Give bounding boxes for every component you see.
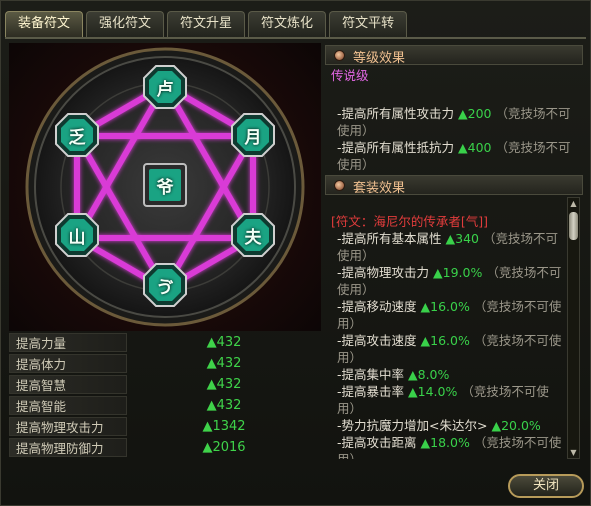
rune-slot-bottom-left[interactable]: 山 — [55, 213, 99, 257]
set-effect-scrollbar[interactable]: ▲ ▼ — [567, 197, 580, 459]
level-effect-header: 等级效果 — [325, 45, 583, 66]
tab-equip-rune[interactable]: 装备符文 — [5, 11, 84, 37]
stat-row: 提高力量 ▲432 — [9, 332, 321, 353]
set-name: [符文：海尼尔的传承者[气]] — [331, 214, 489, 229]
scroll-up-icon[interactable]: ▲ — [569, 199, 578, 208]
effect-line: -提高物理攻击力 ▲19.0% （竞技场不可使用） — [337, 265, 562, 297]
stat-name: 提高智慧 — [9, 375, 127, 394]
effect-line: -提高攻击距离 ▲18.0% （竞技场不可使用） — [337, 435, 562, 459]
stat-value: ▲432 — [206, 398, 242, 413]
scroll-thumb[interactable] — [569, 212, 578, 240]
stat-name: 提高智能 — [9, 396, 127, 415]
level-effect-body: 传说级 -提高所有属性攻击力 ▲200 （竞技场不可使用） -提高所有属性抵抗力… — [331, 67, 577, 173]
stat-table: 提高力量 ▲432 提高体力 ▲432 提高智慧 ▲432 提高智能 ▲432 … — [9, 332, 321, 458]
rune-slot-bottom-right[interactable]: 夫 — [231, 213, 275, 257]
level-effect-title: 等级效果 — [353, 51, 406, 66]
set-effect-title: 套装效果 — [353, 181, 406, 196]
tab-rune-star-up[interactable]: 符文升星 — [167, 11, 246, 37]
stat-row: 提高智能 ▲432 — [9, 395, 321, 416]
stat-row: 提高物理攻击力 ▲1342 — [9, 416, 321, 437]
rune-slot-top-right[interactable]: 月 — [231, 113, 275, 157]
effect-line: -提高所有属性抵抗力 ▲400 （竞技场不可使用） — [337, 140, 571, 172]
stat-row: 提高智慧 ▲432 — [9, 374, 321, 395]
effect-line: -势力抗魔力增加<朱达尔> ▲20.0% — [337, 418, 541, 433]
stat-name: 提高力量 — [9, 333, 127, 352]
stat-row: 提高体力 ▲432 — [9, 353, 321, 374]
set-effect-body: [符文：海尼尔的传承者[气]] -提高所有基本属性 ▲340 （竞技场不可使用）… — [331, 213, 565, 459]
stat-value: ▲1342 — [202, 419, 246, 434]
stat-value: ▲432 — [206, 377, 242, 392]
bullet-icon — [334, 50, 345, 61]
stat-name: 提高物理攻击力 — [9, 417, 127, 436]
tab-enhance-rune[interactable]: 强化符文 — [86, 11, 165, 37]
rune-glyph: ゔ — [156, 277, 174, 298]
rune-slot-bottom[interactable]: ゔ — [143, 263, 187, 307]
rune-glyph: 月 — [244, 127, 262, 148]
rune-slot-center[interactable]: 爷 — [143, 163, 187, 207]
effect-line: -提高集中率 ▲8.0% — [337, 367, 450, 382]
effect-line: -提高暴击率 ▲14.0% （竞技场不可使用） — [337, 384, 549, 416]
rune-glyph: 卢 — [156, 79, 174, 100]
grade-label: 传说级 — [331, 68, 369, 83]
tab-bar: 装备符文 强化符文 符文升星 符文炼化 符文平转 — [5, 11, 408, 37]
stat-value: ▲432 — [206, 335, 242, 350]
rune-glyph: 爷 — [156, 177, 174, 198]
rune-glyph: 夫 — [244, 227, 262, 248]
set-effect-header: 套装效果 — [325, 175, 583, 196]
rune-glyph: 山 — [68, 227, 86, 248]
stat-value: ▲432 — [206, 356, 242, 371]
effect-line: -提高所有属性攻击力 ▲200 （竞技场不可使用） — [337, 106, 571, 138]
scroll-down-icon[interactable]: ▼ — [569, 448, 578, 457]
effect-line: -提高移动速度 ▲16.0% （竞技场不可使用） — [337, 299, 562, 331]
bullet-icon — [334, 180, 345, 191]
tab-divider — [5, 37, 586, 39]
rune-window: 装备符文 强化符文 符文升星 符文炼化 符文平转 卢 月 夫 ゔ 山 乏 爷 提… — [0, 0, 591, 506]
stat-name: 提高物理防御力 — [9, 438, 127, 457]
stat-name: 提高体力 — [9, 354, 127, 373]
tab-rune-transfer[interactable]: 符文平转 — [329, 11, 408, 37]
rune-board: 卢 月 夫 ゔ 山 乏 爷 — [9, 43, 321, 331]
effect-line: -提高所有基本属性 ▲340 （竞技场不可使用） — [337, 231, 558, 263]
effect-line: -提高攻击速度 ▲16.0% （竞技场不可使用） — [337, 333, 562, 365]
stat-value: ▲2016 — [202, 440, 246, 455]
rune-glyph: 乏 — [68, 127, 86, 148]
tab-rune-refine[interactable]: 符文炼化 — [248, 11, 327, 37]
rune-slot-top[interactable]: 卢 — [143, 65, 187, 109]
close-button[interactable]: 关闭 — [508, 474, 584, 498]
stat-row: 提高物理防御力 ▲2016 — [9, 437, 321, 458]
rune-slot-top-left[interactable]: 乏 — [55, 113, 99, 157]
